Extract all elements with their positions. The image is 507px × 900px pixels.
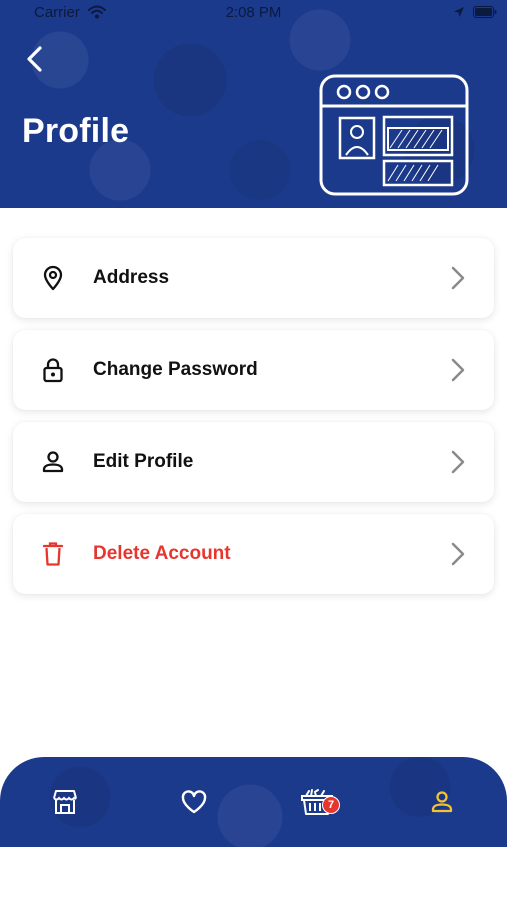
tab-store[interactable]	[45, 785, 85, 819]
chevron-right-icon	[451, 266, 465, 290]
status-bar: Carrier 2:08 PM	[0, 0, 507, 26]
user-icon	[431, 791, 453, 813]
menu-item-edit-profile[interactable]: Edit Profile	[13, 422, 494, 502]
back-button[interactable]	[18, 42, 52, 76]
tab-basket[interactable]: 7	[294, 785, 340, 819]
battery-icon	[473, 6, 497, 18]
trash-icon	[40, 541, 66, 567]
store-icon	[53, 790, 77, 814]
tab-profile[interactable]	[422, 785, 462, 819]
menu-item-change-password[interactable]: Change Password	[13, 330, 494, 410]
menu-item-delete-account[interactable]: Delete Account	[13, 514, 494, 594]
menu-item-label: Change Password	[93, 359, 258, 380]
menu-item-label: Delete Account	[93, 543, 231, 564]
status-time: 2:08 PM	[225, 4, 282, 21]
lock-icon	[40, 357, 66, 383]
heart-icon	[181, 790, 207, 814]
page-title: Profile	[22, 112, 130, 150]
profile-header: Carrier 2:08 PM Profile	[0, 0, 507, 208]
tab-favorites[interactable]	[174, 785, 214, 819]
chevron-left-icon	[27, 46, 42, 72]
chevron-right-icon	[451, 450, 465, 474]
location-pin-icon	[40, 265, 66, 291]
chevron-right-icon	[451, 542, 465, 566]
chevron-right-icon	[451, 358, 465, 382]
user-icon	[40, 449, 66, 475]
bottom-tab-bar: 7	[0, 757, 507, 847]
menu-item-label: Address	[93, 267, 170, 288]
basket-count-badge: 7	[322, 796, 340, 814]
menu-item-label: Edit Profile	[93, 451, 194, 472]
profile-browser-illustration	[319, 74, 469, 196]
profile-menu: Address Change Password Edit Profile Del…	[13, 238, 494, 606]
menu-item-address[interactable]: Address	[13, 238, 494, 318]
location-arrow-icon	[454, 7, 464, 17]
